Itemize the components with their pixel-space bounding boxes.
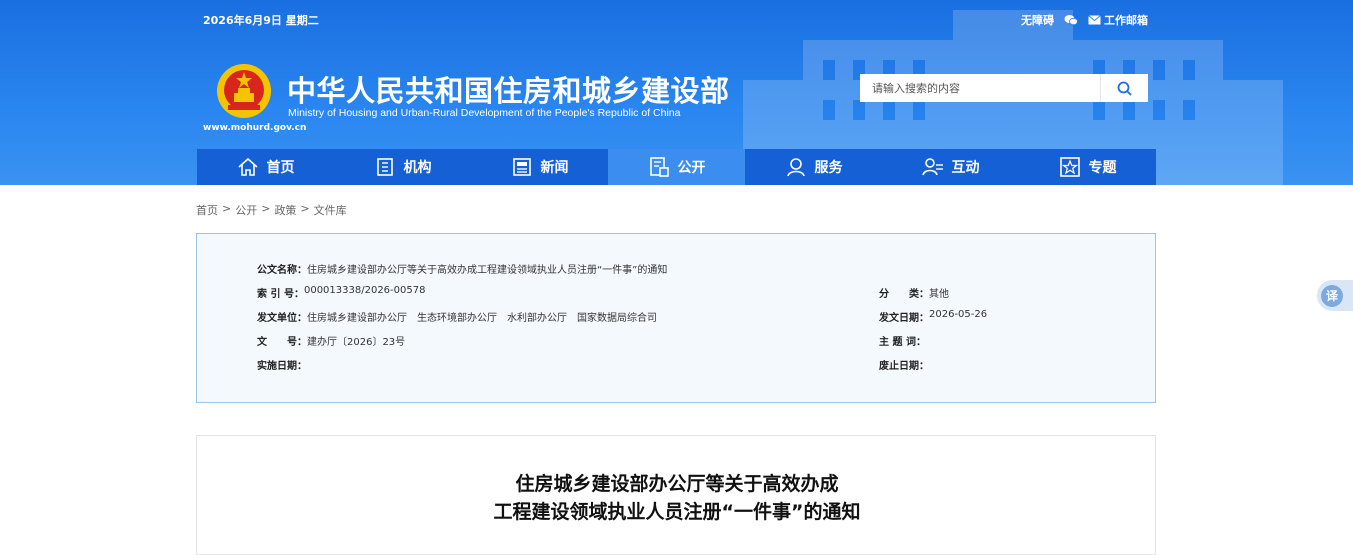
accessibility-label: 无障碍 <box>1021 14 1054 27</box>
nav-label: 新闻 <box>540 160 569 176</box>
nav-item-public[interactable]: 公开 <box>608 149 745 185</box>
article-container: 住房城乡建设部办公厅等关于高效办成 工程建设领域执业人员注册“一件事”的通知 <box>196 435 1156 555</box>
meta-topic-label: 主 题 词： <box>879 337 926 348</box>
meta-date-label: 发文日期： <box>879 313 929 324</box>
meta-expire-row: 废止日期： <box>879 357 929 372</box>
breadcrumb-policy[interactable]: 政策 <box>274 202 296 218</box>
meta-title-label: 公文名称： <box>257 265 307 276</box>
meta-issuer-label: 发文单位： <box>257 313 307 324</box>
meta-index-label: 索 引 号： <box>257 289 304 300</box>
search-icon <box>1117 81 1132 96</box>
home-icon <box>237 157 258 176</box>
nav-item-service[interactable]: 服务 <box>745 149 882 185</box>
nav-item-topics[interactable]: 专题 <box>1019 149 1156 185</box>
breadcrumb-separator: > <box>261 202 271 215</box>
site-title[interactable]: 中华人民共和国住房和城乡建设部 <box>287 68 730 110</box>
topbar-links: 无障碍 工作邮箱 <box>1021 12 1148 28</box>
nav-label: 服务 <box>814 160 843 176</box>
translate-button[interactable]: 译 <box>1317 280 1353 311</box>
wechat-icon <box>1064 15 1078 26</box>
breadcrumb-home[interactable]: 首页 <box>196 202 218 218</box>
breadcrumb-library[interactable]: 文件库 <box>314 202 347 218</box>
meta-effective-row: 实施日期： <box>257 357 307 372</box>
meta-expire-label: 废止日期： <box>879 361 929 372</box>
main-nav: 首页 机构 新闻 公开 服务 互动 专题 <box>197 149 1156 185</box>
nav-label: 专题 <box>1088 160 1117 176</box>
meta-docno-label: 文 号： <box>257 337 307 348</box>
meta-index-value: 000013338/2026-00578 <box>303 285 426 296</box>
service-icon <box>786 158 805 177</box>
mail-icon <box>1088 15 1101 25</box>
meta-category-value: 其他 <box>929 289 949 300</box>
meta-issuer-value: 住房城乡建设部办公厅 生态环境部办公厅 水利部办公厅 国家数据局综合司 <box>307 313 657 324</box>
meta-index-row: 索 引 号： 000013338/2026-00578 <box>257 285 425 300</box>
meta-category-row: 分 类： 其他 <box>879 285 949 300</box>
building-icon <box>376 158 393 176</box>
meta-docno-value: 建办厅〔2026〕23号 <box>307 337 406 348</box>
nav-item-org[interactable]: 机构 <box>334 149 471 185</box>
document-icon <box>649 157 669 177</box>
nav-label: 公开 <box>677 160 706 176</box>
meta-category-label: 分 类： <box>879 289 929 300</box>
search-button[interactable] <box>1100 74 1148 102</box>
meta-topic-row: 主 题 词： <box>879 333 926 348</box>
nav-label: 机构 <box>403 160 432 176</box>
nav-item-home[interactable]: 首页 <box>197 149 334 185</box>
meta-issuer-row: 发文单位： 住房城乡建设部办公厅 生态环境部办公厅 水利部办公厅 国家数据局综合… <box>257 309 657 324</box>
interact-icon <box>921 158 943 176</box>
breadcrumb-public[interactable]: 公开 <box>235 202 257 218</box>
site-url: www.mohurd.gov.cn <box>203 123 307 133</box>
site-subtitle: Ministry of Housing and Urban-Rural Deve… <box>288 107 681 119</box>
search-box <box>860 74 1148 102</box>
document-metadata: 公文名称： 住房城乡建设部办公厅等关于高效办成工程建设领域执业人员注册“一件事”… <box>196 233 1156 403</box>
work-mail-label: 工作邮箱 <box>1104 14 1148 27</box>
nav-label: 首页 <box>266 160 295 176</box>
accessibility-link[interactable]: 无障碍 <box>1021 12 1054 28</box>
news-icon <box>512 158 531 176</box>
meta-docno-row: 文 号： 建办厅〔2026〕23号 <box>257 333 405 348</box>
nav-item-news[interactable]: 新闻 <box>471 149 608 185</box>
star-icon <box>1059 157 1080 177</box>
search-input[interactable] <box>860 74 1100 102</box>
meta-date-row: 发文日期： 2026-05-26 <box>879 309 987 324</box>
translate-label: 译 <box>1321 284 1343 307</box>
work-mail-link[interactable]: 工作邮箱 <box>1088 12 1148 28</box>
national-emblem-icon <box>217 64 271 118</box>
breadcrumb-separator: > <box>222 202 232 215</box>
meta-date-value: 2026-05-26 <box>929 309 988 320</box>
meta-title-value: 住房城乡建设部办公厅等关于高效办成工程建设领域执业人员注册“一件事”的通知 <box>307 265 668 276</box>
nav-label: 互动 <box>951 160 980 176</box>
meta-effective-label: 实施日期： <box>257 361 307 372</box>
article-title-line1: 住房城乡建设部办公厅等关于高效办成 <box>515 473 839 495</box>
breadcrumb: 首页 > 公开 > 政策 > 文件库 <box>196 202 347 218</box>
current-date: 2026年6月9日 星期二 <box>203 14 319 27</box>
site-header: 2026年6月9日 星期二 无障碍 工作邮箱 www.mohurd.gov.cn… <box>0 0 1353 185</box>
wechat-link[interactable] <box>1064 14 1078 26</box>
meta-title-row: 公文名称： 住房城乡建设部办公厅等关于高效办成工程建设领域执业人员注册“一件事”… <box>257 261 667 276</box>
article-title-line2: 工程建设领域执业人员注册“一件事”的通知 <box>493 501 861 523</box>
breadcrumb-separator: > <box>300 202 310 215</box>
nav-item-interact[interactable]: 互动 <box>882 149 1019 185</box>
